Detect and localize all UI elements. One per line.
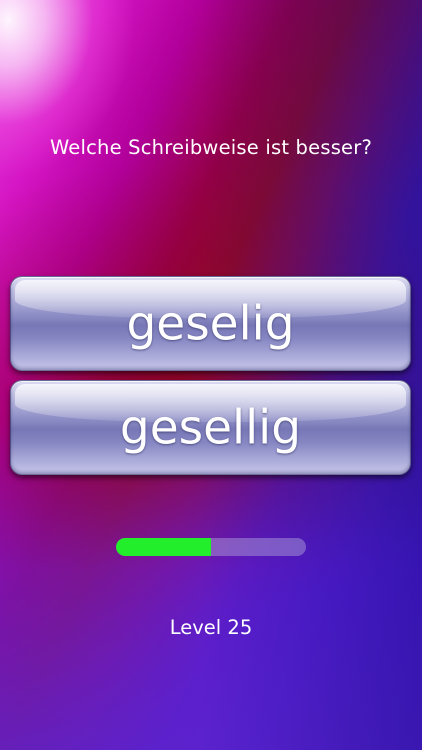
progress-bar (116, 538, 306, 556)
answer-label-1: geselig (126, 296, 295, 351)
answer-button-2[interactable]: gesellig (10, 380, 411, 475)
level-indicator: Level 25 (169, 616, 253, 639)
progress-bar-fill (116, 538, 211, 556)
question-text: Welche Schreibweise ist besser? (49, 136, 373, 159)
answer-label-2: gesellig (119, 400, 302, 455)
answer-button-1[interactable]: geselig (10, 276, 411, 371)
